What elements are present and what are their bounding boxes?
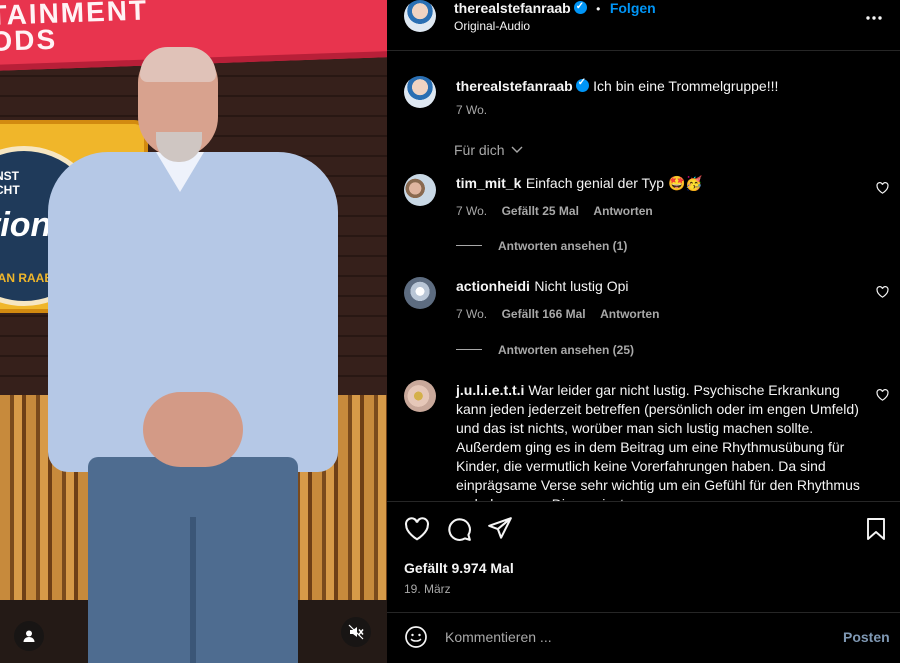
share-icon[interactable] [487, 516, 513, 546]
emoji-icon[interactable] [404, 625, 428, 654]
save-bookmark-icon[interactable] [865, 517, 887, 546]
verified-badge-icon [573, 0, 587, 15]
reply-button[interactable]: Antworten [593, 204, 652, 218]
actions-divider [387, 501, 900, 502]
caption-avatar[interactable] [404, 76, 436, 108]
caption-time: 7 Wo. [456, 103, 488, 117]
tagged-users-icon[interactable] [14, 621, 44, 651]
comment-text: War leider gar nicht lustig. Psychische … [456, 382, 860, 501]
comment-icon[interactable] [446, 516, 472, 547]
follow-button[interactable]: Folgen [610, 0, 656, 16]
like-heart-icon[interactable] [404, 517, 430, 546]
comment-username[interactable]: j.u.l.i.e.t.t.i [456, 382, 524, 398]
view-replies-label: Antworten ansehen (1) [498, 239, 628, 253]
post-button[interactable]: Posten [843, 629, 890, 645]
comments-list[interactable]: therealstefanraab Ich bin eine Trommelgr… [387, 51, 900, 501]
mute-icon[interactable] [341, 617, 371, 647]
post-sidebar: therealstefanraab • Folgen Original-Audi… [387, 0, 900, 663]
comment-like-icon[interactable] [876, 389, 889, 403]
sort-dropdown[interactable]: Für dich [454, 142, 523, 158]
commenter-avatar[interactable] [404, 277, 436, 309]
more-horizontal-icon[interactable] [865, 8, 883, 26]
caption-username[interactable]: therealstefanraab [456, 78, 573, 94]
author-username[interactable]: therealstefanraab [454, 0, 571, 16]
comment-like-icon[interactable] [876, 286, 889, 300]
reply-button[interactable]: Antworten [600, 307, 659, 321]
author-avatar[interactable] [404, 0, 436, 32]
comment-text: Einfach genial der Typ 🤩🥳 [525, 175, 703, 191]
replies-line [456, 349, 482, 351]
comment-username[interactable]: tim_mit_k [456, 175, 521, 191]
post-date[interactable]: 19. März [404, 582, 451, 596]
comment-username[interactable]: actionheidi [456, 278, 530, 294]
comment-like-icon[interactable] [876, 182, 889, 196]
caption: therealstefanraab Ich bin eine Trommelgr… [456, 77, 876, 96]
audio-label[interactable]: Original-Audio [454, 19, 530, 33]
view-replies-label: Antworten ansehen (25) [498, 343, 635, 357]
composer-divider [387, 612, 900, 613]
verified-badge-icon [575, 77, 589, 92]
logo-bottom-text: FAN RAAB [0, 271, 53, 285]
comment-time: 7 Wo. [456, 307, 488, 321]
presenter [48, 42, 338, 663]
caption-text: Ich bin eine Trommelgruppe!!! [593, 78, 779, 94]
comment-text: Nicht lustig Opi [534, 278, 629, 294]
comment-time: 7 Wo. [456, 204, 488, 218]
video-player[interactable]: TAINMENT ODS NST CHT tion FAN RAAB [0, 0, 387, 663]
sort-label: Für dich [454, 142, 505, 158]
commenter-avatar[interactable] [404, 174, 436, 206]
logo-main-text: tion [0, 206, 52, 244]
view-replies-button[interactable]: Antworten ansehen (1) [456, 237, 627, 255]
view-replies-button[interactable]: Antworten ansehen (25) [456, 341, 634, 359]
post-header: therealstefanraab • Folgen [454, 0, 656, 17]
comment-input[interactable]: Kommentieren ... [445, 629, 552, 645]
comment-likes[interactable]: Gefällt 25 Mal [502, 204, 579, 218]
comment-likes[interactable]: Gefällt 166 Mal [502, 307, 586, 321]
chevron-down-icon [511, 146, 523, 153]
post-likes-count[interactable]: Gefällt 9.974 Mal [404, 560, 514, 576]
replies-line [456, 245, 482, 247]
commenter-avatar[interactable] [404, 380, 436, 412]
logo-top-text: NST CHT [0, 169, 20, 197]
header-separator: • [596, 2, 601, 16]
